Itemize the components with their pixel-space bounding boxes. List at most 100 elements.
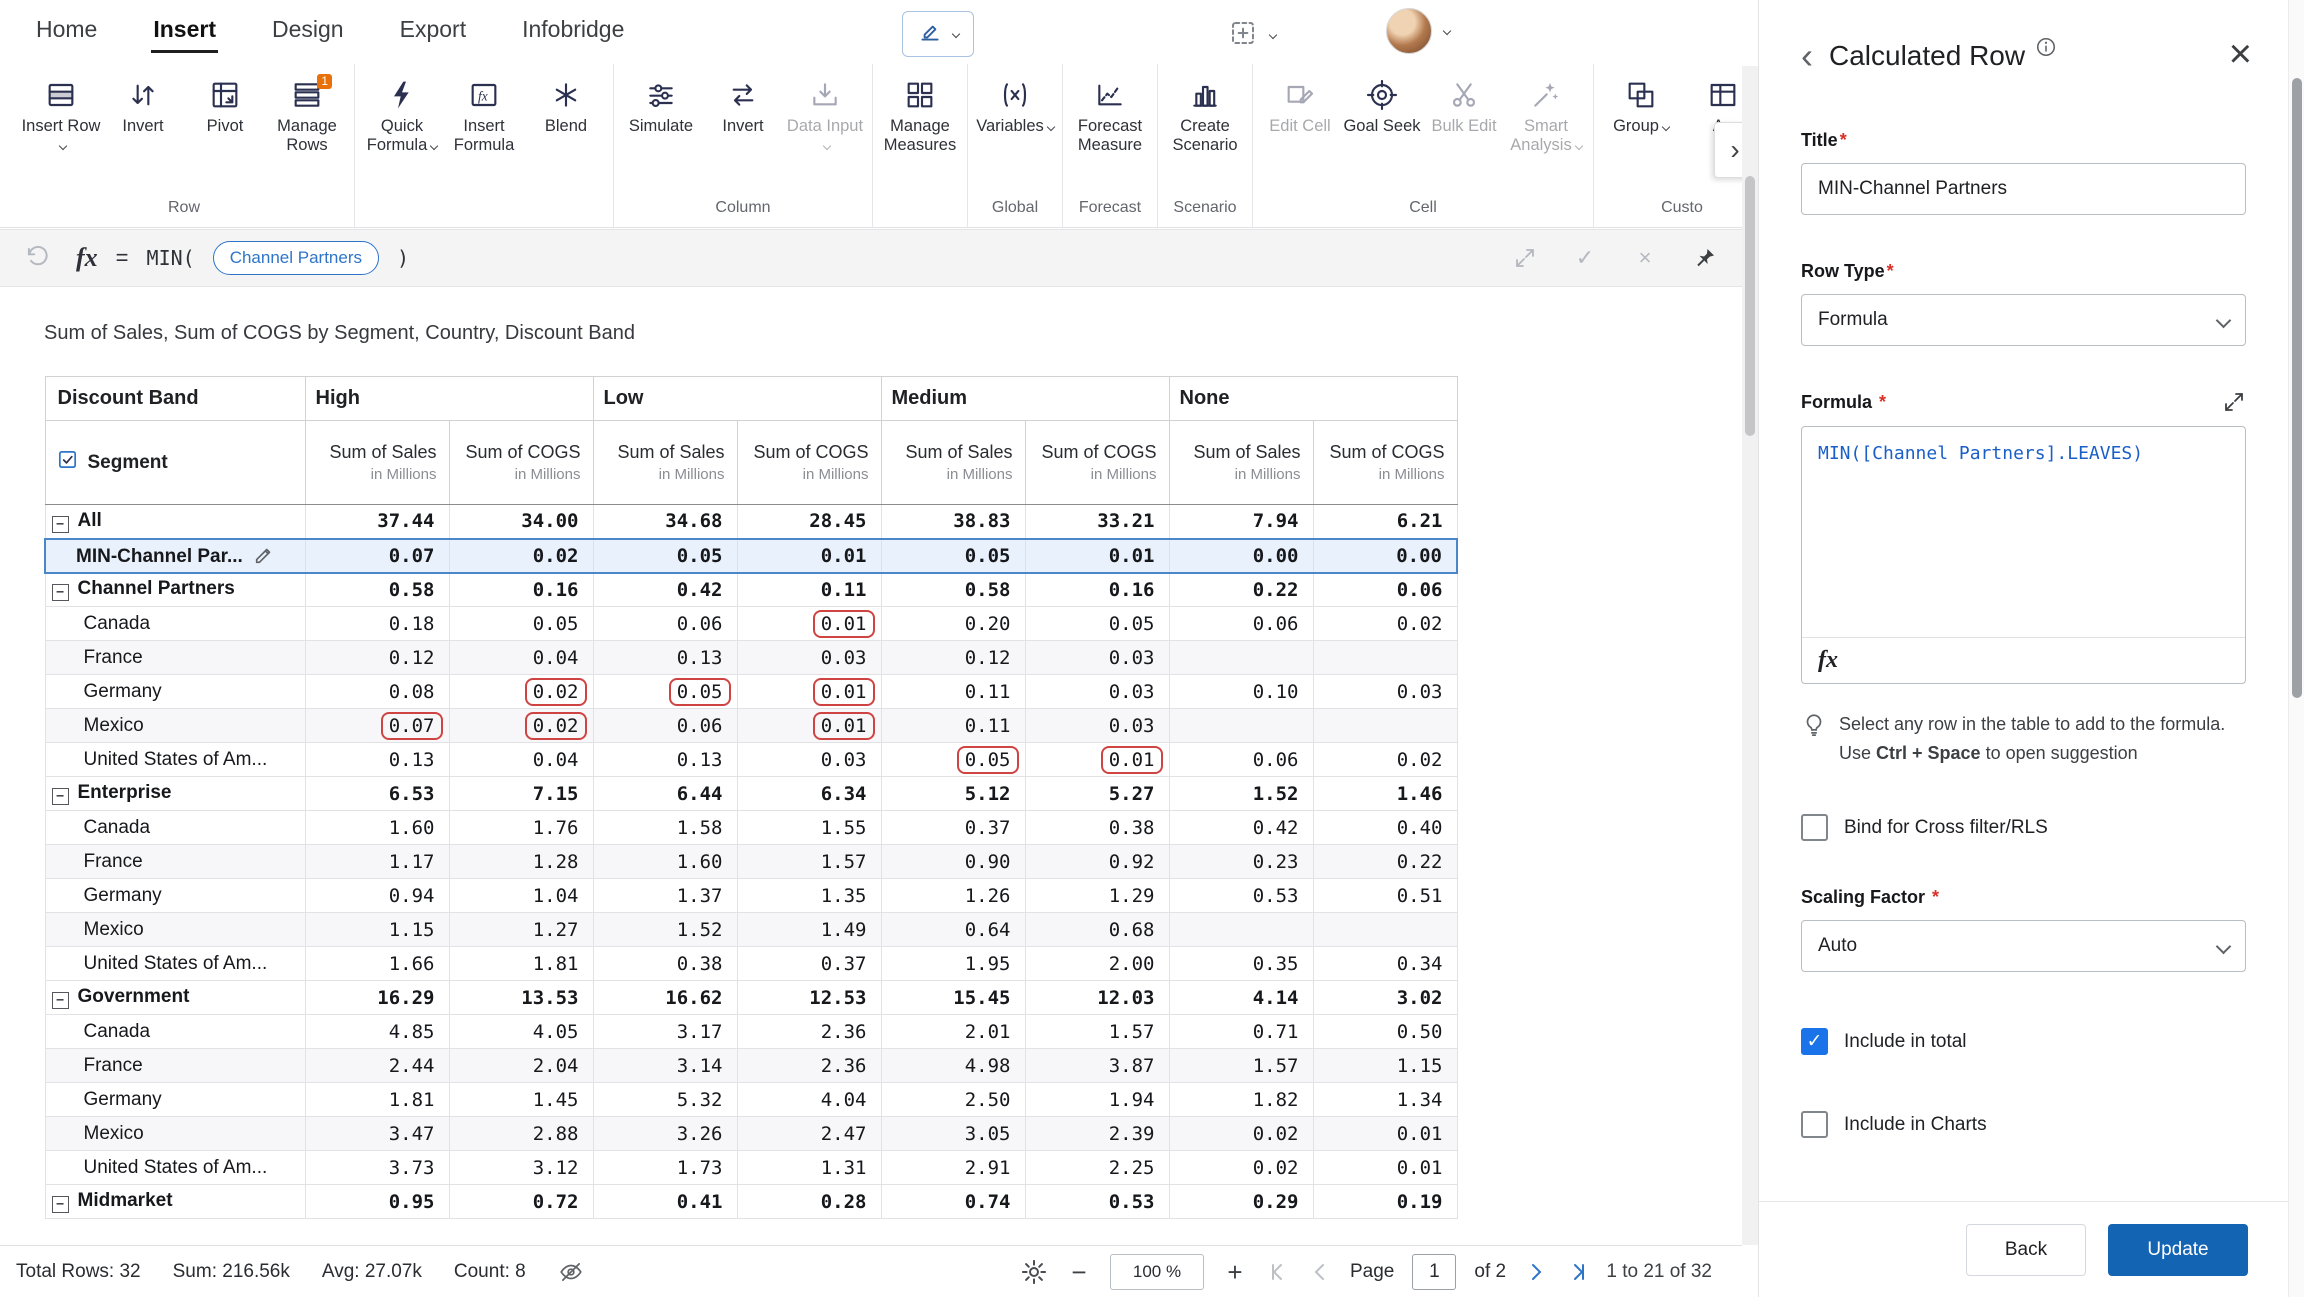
row-label[interactable]: France: [45, 845, 305, 879]
measure-header[interactable]: Sum of COGSin Millions: [1025, 421, 1169, 505]
add-visual-button[interactable]: [1228, 14, 1276, 56]
value-cell[interactable]: 0.06: [1313, 573, 1457, 607]
value-cell[interactable]: 0.03: [1025, 675, 1169, 709]
collapse-icon[interactable]: −: [52, 584, 69, 601]
value-cell[interactable]: 1.31: [737, 1151, 881, 1185]
value-cell[interactable]: 0.51: [1313, 879, 1457, 913]
value-cell[interactable]: 0.35: [1169, 947, 1313, 981]
ribbon-button-quick-formula[interactable]: Quick Formula: [361, 72, 443, 155]
value-cell[interactable]: 0.38: [1025, 811, 1169, 845]
value-cell[interactable]: 2.36: [737, 1049, 881, 1083]
value-cell[interactable]: [1169, 913, 1313, 947]
value-cell[interactable]: 1.94: [1025, 1083, 1169, 1117]
value-cell[interactable]: 0.90: [881, 845, 1025, 879]
row-label[interactable]: −Government: [45, 981, 305, 1015]
value-cell[interactable]: 0.20: [881, 607, 1025, 641]
row-label[interactable]: Canada: [45, 1015, 305, 1049]
value-cell[interactable]: 3.02: [1313, 981, 1457, 1015]
collapse-icon[interactable]: −: [52, 992, 69, 1009]
value-cell[interactable]: 1.28: [449, 845, 593, 879]
measure-header[interactable]: Sum of COGSin Millions: [449, 421, 593, 505]
measure-header[interactable]: Sum of COGSin Millions: [1313, 421, 1457, 505]
value-cell[interactable]: 5.32: [593, 1083, 737, 1117]
value-cell[interactable]: 3.17: [593, 1015, 737, 1049]
value-cell[interactable]: 0.06: [593, 709, 737, 743]
value-cell[interactable]: 1.66: [305, 947, 449, 981]
back-chevron-icon[interactable]: ‹: [1801, 38, 1813, 74]
value-cell[interactable]: 0.19: [1313, 1185, 1457, 1219]
measure-header[interactable]: Sum of Salesin Millions: [593, 421, 737, 505]
collapse-icon[interactable]: −: [52, 788, 69, 805]
value-cell[interactable]: 1.82: [1169, 1083, 1313, 1117]
value-cell[interactable]: 2.25: [1025, 1151, 1169, 1185]
tab-insert[interactable]: Insert: [151, 12, 218, 53]
row-label[interactable]: Germany: [45, 879, 305, 913]
info-icon[interactable]: [2035, 36, 2057, 58]
value-cell[interactable]: 0.02: [449, 709, 593, 743]
value-cell[interactable]: 0.05: [1025, 607, 1169, 641]
formula-chip[interactable]: Channel Partners: [213, 241, 379, 275]
value-cell[interactable]: 15.45: [881, 981, 1025, 1015]
value-cell[interactable]: 2.47: [737, 1117, 881, 1151]
value-cell[interactable]: 2.91: [881, 1151, 1025, 1185]
value-cell[interactable]: 0.50: [1313, 1015, 1457, 1049]
value-cell[interactable]: 0.16: [449, 573, 593, 607]
collapse-icon[interactable]: −: [52, 516, 69, 533]
value-cell[interactable]: 0.74: [881, 1185, 1025, 1219]
page-scrollbar-thumb[interactable]: [2292, 78, 2302, 698]
value-cell[interactable]: 1.57: [737, 845, 881, 879]
last-page-button[interactable]: [1566, 1260, 1590, 1284]
value-cell[interactable]: 0.06: [1169, 607, 1313, 641]
pin-icon[interactable]: [1692, 245, 1718, 271]
value-cell[interactable]: 34.68: [593, 505, 737, 539]
row-label[interactable]: France: [45, 1049, 305, 1083]
value-cell[interactable]: 1.57: [1169, 1049, 1313, 1083]
value-cell[interactable]: 0.08: [305, 675, 449, 709]
value-cell[interactable]: 0.03: [1313, 675, 1457, 709]
value-cell[interactable]: 5.27: [1025, 777, 1169, 811]
ribbon-button-create-scenario[interactable]: Create Scenario: [1164, 72, 1246, 155]
edit-mode-button[interactable]: [902, 11, 974, 57]
row-label[interactable]: United States of Am...: [45, 947, 305, 981]
value-cell[interactable]: 2.88: [449, 1117, 593, 1151]
value-cell[interactable]: 0.38: [593, 947, 737, 981]
value-cell[interactable]: [1313, 641, 1457, 675]
value-cell[interactable]: 3.47: [305, 1117, 449, 1151]
value-cell[interactable]: 0.05: [881, 743, 1025, 777]
row-label[interactable]: Canada: [45, 811, 305, 845]
include-in-charts-checkbox[interactable]: [1801, 1111, 1828, 1138]
row-label[interactable]: France: [45, 641, 305, 675]
value-cell[interactable]: 1.29: [1025, 879, 1169, 913]
value-cell[interactable]: 16.62: [593, 981, 737, 1015]
value-cell[interactable]: 2.04: [449, 1049, 593, 1083]
value-cell[interactable]: [1313, 709, 1457, 743]
value-cell[interactable]: 12.03: [1025, 981, 1169, 1015]
value-cell[interactable]: 1.27: [449, 913, 593, 947]
value-cell[interactable]: 4.85: [305, 1015, 449, 1049]
ribbon-button-variables[interactable]: Variables: [974, 72, 1056, 136]
value-cell[interactable]: 0.13: [593, 743, 737, 777]
value-cell[interactable]: 2.44: [305, 1049, 449, 1083]
value-cell[interactable]: 2.00: [1025, 947, 1169, 981]
row-label[interactable]: Germany: [45, 1083, 305, 1117]
value-cell[interactable]: 0.06: [1169, 743, 1313, 777]
value-cell[interactable]: 0.18: [305, 607, 449, 641]
value-cell[interactable]: 1.73: [593, 1151, 737, 1185]
value-cell[interactable]: 2.36: [737, 1015, 881, 1049]
value-cell[interactable]: 1.55: [737, 811, 881, 845]
value-cell[interactable]: 0.53: [1169, 879, 1313, 913]
value-cell[interactable]: 0.04: [449, 743, 593, 777]
value-cell[interactable]: 0.58: [881, 573, 1025, 607]
value-cell[interactable]: 0.05: [593, 539, 737, 573]
value-cell[interactable]: 0.02: [1313, 743, 1457, 777]
value-cell[interactable]: 16.29: [305, 981, 449, 1015]
value-cell[interactable]: 12.53: [737, 981, 881, 1015]
tab-infobridge[interactable]: Infobridge: [520, 12, 626, 53]
ribbon-button-manage-rows[interactable]: 1Manage Rows: [266, 72, 348, 155]
value-cell[interactable]: 0.01: [1313, 1117, 1457, 1151]
value-cell[interactable]: 0.05: [881, 539, 1025, 573]
tab-design[interactable]: Design: [270, 12, 346, 53]
measure-header[interactable]: Sum of COGSin Millions: [737, 421, 881, 505]
value-cell[interactable]: 0.02: [449, 675, 593, 709]
row-label[interactable]: −All: [45, 505, 305, 539]
